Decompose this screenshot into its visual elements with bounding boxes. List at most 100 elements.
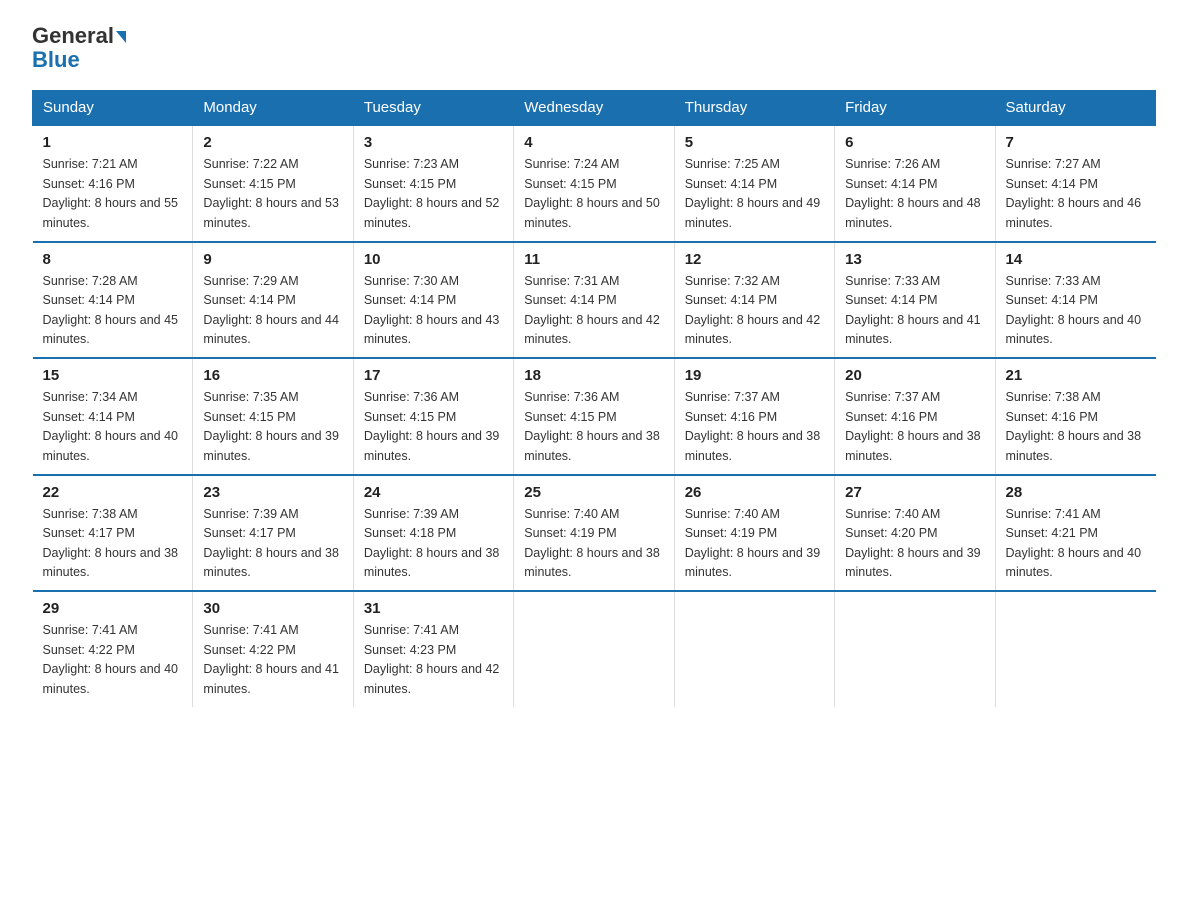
calendar-week-row: 1 Sunrise: 7:21 AMSunset: 4:16 PMDaylight… [33, 125, 1156, 242]
calendar-cell [995, 591, 1155, 707]
calendar-cell: 10 Sunrise: 7:30 AMSunset: 4:14 PMDayligh… [353, 242, 513, 359]
calendar-cell: 26Sunrise: 7:40 AMSunset: 4:19 PMDayligh… [674, 475, 834, 592]
calendar-cell: 22Sunrise: 7:38 AMSunset: 4:17 PMDayligh… [33, 475, 193, 592]
day-info: Sunrise: 7:29 AMSunset: 4:14 PMDaylight:… [203, 272, 342, 350]
logo-text-general: General [32, 23, 114, 48]
day-info: Sunrise: 7:24 AMSunset: 4:15 PMDaylight:… [524, 155, 663, 233]
day-number: 25 [524, 484, 663, 501]
day-info: Sunrise: 7:38 AMSunset: 4:17 PMDaylight:… [43, 505, 183, 583]
calendar-cell: 1 Sunrise: 7:21 AMSunset: 4:16 PMDaylight… [33, 125, 193, 242]
day-info: Sunrise: 7:26 AMSunset: 4:14 PMDaylight:… [845, 155, 984, 233]
day-info: Sunrise: 7:39 AMSunset: 4:18 PMDaylight:… [364, 505, 503, 583]
calendar-cell: 16 Sunrise: 7:35 AMSunset: 4:15 PMDayligh… [193, 358, 353, 475]
day-info: Sunrise: 7:37 AMSunset: 4:16 PMDaylight:… [845, 388, 984, 466]
weekday-header-thursday: Thursday [674, 91, 834, 126]
calendar-cell: 31Sunrise: 7:41 AMSunset: 4:23 PMDayligh… [353, 591, 513, 707]
day-info: Sunrise: 7:21 AMSunset: 4:16 PMDaylight:… [43, 155, 183, 233]
day-number: 10 [364, 251, 503, 268]
calendar-cell: 18 Sunrise: 7:36 AMSunset: 4:15 PMDayligh… [514, 358, 674, 475]
calendar-cell: 9 Sunrise: 7:29 AMSunset: 4:14 PMDaylight… [193, 242, 353, 359]
calendar-week-row: 8 Sunrise: 7:28 AMSunset: 4:14 PMDaylight… [33, 242, 1156, 359]
day-info: Sunrise: 7:40 AMSunset: 4:19 PMDaylight:… [524, 505, 663, 583]
weekday-header-friday: Friday [835, 91, 995, 126]
day-info: Sunrise: 7:34 AMSunset: 4:14 PMDaylight:… [43, 388, 183, 466]
calendar-cell: 2 Sunrise: 7:22 AMSunset: 4:15 PMDaylight… [193, 125, 353, 242]
calendar-week-row: 15 Sunrise: 7:34 AMSunset: 4:14 PMDayligh… [33, 358, 1156, 475]
calendar-cell: 11 Sunrise: 7:31 AMSunset: 4:14 PMDayligh… [514, 242, 674, 359]
calendar-cell: 30 Sunrise: 7:41 AMSunset: 4:22 PMDayligh… [193, 591, 353, 707]
logo-text-blue: Blue [32, 47, 80, 72]
day-number: 26 [685, 484, 824, 501]
day-info: Sunrise: 7:27 AMSunset: 4:14 PMDaylight:… [1006, 155, 1146, 233]
day-number: 9 [203, 251, 342, 268]
calendar-cell [514, 591, 674, 707]
calendar-cell: 24 Sunrise: 7:39 AMSunset: 4:18 PMDayligh… [353, 475, 513, 592]
day-info: Sunrise: 7:38 AMSunset: 4:16 PMDaylight:… [1006, 388, 1146, 466]
calendar-cell: 5Sunrise: 7:25 AMSunset: 4:14 PMDaylight… [674, 125, 834, 242]
day-number: 8 [43, 251, 183, 268]
day-number: 27 [845, 484, 984, 501]
day-number: 2 [203, 134, 342, 151]
day-number: 11 [524, 251, 663, 268]
day-number: 24 [364, 484, 503, 501]
day-info: Sunrise: 7:30 AMSunset: 4:14 PMDaylight:… [364, 272, 503, 350]
day-number: 12 [685, 251, 824, 268]
day-info: Sunrise: 7:41 AMSunset: 4:21 PMDaylight:… [1006, 505, 1146, 583]
weekday-header-monday: Monday [193, 91, 353, 126]
day-number: 16 [203, 367, 342, 384]
day-number: 30 [203, 600, 342, 617]
calendar-cell: 14 Sunrise: 7:33 AMSunset: 4:14 PMDayligh… [995, 242, 1155, 359]
calendar-cell: 25 Sunrise: 7:40 AMSunset: 4:19 PMDayligh… [514, 475, 674, 592]
day-number: 17 [364, 367, 503, 384]
calendar-cell: 13Sunrise: 7:33 AMSunset: 4:14 PMDayligh… [835, 242, 995, 359]
day-number: 13 [845, 251, 984, 268]
day-info: Sunrise: 7:36 AMSunset: 4:15 PMDaylight:… [524, 388, 663, 466]
calendar-cell: 20 Sunrise: 7:37 AMSunset: 4:16 PMDayligh… [835, 358, 995, 475]
calendar-cell: 19 Sunrise: 7:37 AMSunset: 4:16 PMDayligh… [674, 358, 834, 475]
day-number: 31 [364, 600, 503, 617]
calendar-cell: 28 Sunrise: 7:41 AMSunset: 4:21 PMDayligh… [995, 475, 1155, 592]
calendar-cell: 27 Sunrise: 7:40 AMSunset: 4:20 PMDayligh… [835, 475, 995, 592]
day-info: Sunrise: 7:41 AMSunset: 4:22 PMDaylight:… [203, 621, 342, 699]
calendar-cell: 3 Sunrise: 7:23 AMSunset: 4:15 PMDaylight… [353, 125, 513, 242]
day-info: Sunrise: 7:39 AMSunset: 4:17 PMDaylight:… [203, 505, 342, 583]
day-number: 4 [524, 134, 663, 151]
day-number: 20 [845, 367, 984, 384]
logo-triangle-icon [116, 31, 126, 43]
day-info: Sunrise: 7:22 AMSunset: 4:15 PMDaylight:… [203, 155, 342, 233]
day-number: 23 [203, 484, 342, 501]
day-info: Sunrise: 7:25 AMSunset: 4:14 PMDaylight:… [685, 155, 824, 233]
day-number: 29 [43, 600, 183, 617]
calendar-cell: 4 Sunrise: 7:24 AMSunset: 4:15 PMDaylight… [514, 125, 674, 242]
day-info: Sunrise: 7:28 AMSunset: 4:14 PMDaylight:… [43, 272, 183, 350]
day-number: 1 [43, 134, 183, 151]
day-info: Sunrise: 7:32 AMSunset: 4:14 PMDaylight:… [685, 272, 824, 350]
logo: General Blue [32, 24, 126, 72]
day-info: Sunrise: 7:31 AMSunset: 4:14 PMDaylight:… [524, 272, 663, 350]
day-info: Sunrise: 7:23 AMSunset: 4:15 PMDaylight:… [364, 155, 503, 233]
weekday-header-wednesday: Wednesday [514, 91, 674, 126]
calendar-cell: 23 Sunrise: 7:39 AMSunset: 4:17 PMDayligh… [193, 475, 353, 592]
calendar-cell: 12 Sunrise: 7:32 AMSunset: 4:14 PMDayligh… [674, 242, 834, 359]
calendar-cell: 29Sunrise: 7:41 AMSunset: 4:22 PMDayligh… [33, 591, 193, 707]
calendar-cell [835, 591, 995, 707]
day-info: Sunrise: 7:33 AMSunset: 4:14 PMDaylight:… [1006, 272, 1146, 350]
calendar-week-row: 29 Sunrise: 7:41 AMSunset: 4:22 PMDayligh… [33, 591, 1156, 707]
day-number: 18 [524, 367, 663, 384]
calendar-cell: 8 Sunrise: 7:28 AMSunset: 4:14 PMDaylight… [33, 242, 193, 359]
calendar-cell: 7Sunrise: 7:27 AMSunset: 4:14 PMDaylight… [995, 125, 1155, 242]
weekday-header-row: SundayMondayTuesdayWednesdayThursdayFrid… [33, 91, 1156, 126]
day-info: Sunrise: 7:35 AMSunset: 4:15 PMDaylight:… [203, 388, 342, 466]
calendar-cell [674, 591, 834, 707]
day-number: 15 [43, 367, 183, 384]
day-number: 19 [685, 367, 824, 384]
calendar-week-row: 22Sunrise: 7:38 AMSunset: 4:17 PMDayligh… [33, 475, 1156, 592]
day-info: Sunrise: 7:40 AMSunset: 4:20 PMDaylight:… [845, 505, 984, 583]
day-number: 21 [1006, 367, 1146, 384]
weekday-header-tuesday: Tuesday [353, 91, 513, 126]
day-number: 14 [1006, 251, 1146, 268]
calendar-table: SundayMondayTuesdayWednesdayThursdayFrid… [32, 90, 1156, 707]
day-info: Sunrise: 7:37 AMSunset: 4:16 PMDaylight:… [685, 388, 824, 466]
day-number: 28 [1006, 484, 1146, 501]
day-number: 3 [364, 134, 503, 151]
